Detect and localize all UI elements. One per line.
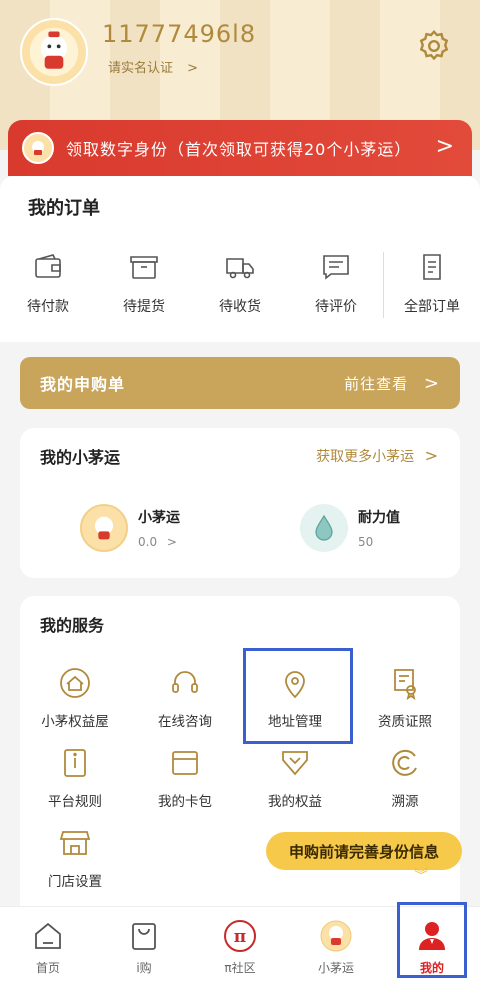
info-book-icon <box>64 749 86 777</box>
stat-value: 50 <box>358 535 374 549</box>
tab-home[interactable]: 首页 <box>0 907 96 984</box>
service-label: 小茅权益屋 <box>41 714 109 730</box>
heart-badge-icon <box>282 751 308 776</box>
gear-icon[interactable] <box>416 28 452 64</box>
order-all[interactable]: 全部订单 <box>384 252 480 316</box>
chevron-right-icon: > <box>423 372 440 394</box>
service-card-wallet[interactable]: 我的卡包 <box>130 746 240 810</box>
certificate-icon <box>394 669 416 700</box>
order-label: 待付款 <box>27 299 69 315</box>
mascot-icon <box>29 27 79 77</box>
droplet-icon <box>300 504 348 552</box>
order-pending-receipt[interactable]: 待收货 <box>192 252 288 316</box>
order-pending-pickup[interactable]: 待提货 <box>96 252 192 316</box>
box-icon <box>130 256 158 279</box>
identity-tip[interactable]: 申购前请完善身份信息 <box>266 832 462 870</box>
document-icon <box>423 254 441 280</box>
tab-shop[interactable]: i购 <box>96 907 192 984</box>
double-chevron-down-icon: ︾ <box>414 868 428 884</box>
service-label: 溯源 <box>391 794 419 810</box>
verify-label: 请实名认证 <box>108 61 174 76</box>
highlight-box <box>243 648 353 744</box>
more-maoyun-link[interactable]: 获取更多小茅运 > <box>316 446 438 466</box>
stat-name: 小茅运 <box>138 510 180 526</box>
orders-section: 我的订单 待付款 待提货 待收货 待评价 全部订单 <box>0 176 480 342</box>
my-applications-bar[interactable]: 我的申购单 前往查看 > <box>20 357 460 409</box>
house-icon <box>60 668 90 698</box>
card-icon <box>172 751 198 775</box>
service-online-consult[interactable]: 在线咨询 <box>130 666 240 730</box>
stat-name: 耐力值 <box>358 510 400 526</box>
service-trace[interactable]: 溯源 <box>350 746 460 810</box>
service-my-benefits[interactable]: 我的权益 <box>240 746 350 810</box>
mascot-badge-icon <box>22 132 54 164</box>
maoyun-title: 我的小茅运 <box>40 448 121 467</box>
order-label: 待提货 <box>123 299 165 315</box>
service-equity-house[interactable]: 小茅权益屋 <box>20 666 130 730</box>
mascot-icon <box>80 504 128 552</box>
store-icon <box>59 831 91 855</box>
user-id: 11777496l8 <box>102 20 257 48</box>
services-title: 我的服务 <box>40 616 105 635</box>
more-maoyun-label: 获取更多小茅运 <box>316 449 415 465</box>
service-store-settings[interactable]: 门店设置 <box>20 826 130 890</box>
wallet-icon <box>35 254 61 278</box>
apply-go-label: 前往查看 <box>344 374 409 393</box>
service-label: 我的卡包 <box>158 794 212 810</box>
digital-identity-banner[interactable]: 领取数字身份（首次领取可获得20个小茅运） > <box>8 120 472 176</box>
pi-icon: π <box>224 920 256 952</box>
chevron-right-icon: > <box>187 61 199 76</box>
verify-link[interactable]: 请实名认证 > <box>108 57 198 76</box>
service-label: 在线咨询 <box>158 714 212 730</box>
order-pending-payment[interactable]: 待付款 <box>0 252 96 316</box>
stat-value: 0.0 > <box>138 535 177 549</box>
order-label: 待收货 <box>219 299 261 315</box>
tab-maoyun[interactable]: 小茅运 <box>288 907 384 984</box>
chevron-right-icon: > <box>435 134 454 159</box>
tab-label: 小茅运 <box>317 961 354 975</box>
truck-icon <box>226 258 254 279</box>
apply-go: 前往查看 > <box>344 373 440 394</box>
highlight-box <box>397 902 467 978</box>
chevron-right-icon: > <box>424 446 438 465</box>
headset-icon <box>172 671 198 693</box>
service-certificates[interactable]: 资质证照 <box>350 666 460 730</box>
apply-title: 我的申购单 <box>40 375 126 394</box>
banner-text: 领取数字身份（首次领取可获得20个小茅运） <box>66 140 412 159</box>
service-label: 我的权益 <box>268 794 322 810</box>
order-pending-review[interactable]: 待评价 <box>288 252 384 316</box>
orders-title: 我的订单 <box>28 198 100 219</box>
maoyun-card: 我的小茅运 获取更多小茅运 > 小茅运 0.0 > 耐力值 50 <box>20 428 460 578</box>
service-label: 平台规则 <box>48 794 102 810</box>
comment-icon <box>323 255 349 280</box>
home-icon <box>35 922 61 949</box>
tab-label: i购 <box>136 961 152 975</box>
bag-icon <box>132 923 156 950</box>
maoyun-stat[interactable]: 小茅运 0.0 > <box>80 504 180 552</box>
divider <box>383 252 384 318</box>
order-label: 全部订单 <box>404 299 460 315</box>
tab-community[interactable]: π π社区 <box>192 907 288 984</box>
order-label: 待评价 <box>315 299 357 315</box>
service-platform-rules[interactable]: 平台规则 <box>20 746 130 810</box>
svg-text:π: π <box>234 927 246 947</box>
service-label: 资质证照 <box>378 714 432 730</box>
mascot-icon <box>320 920 352 952</box>
tab-label: π社区 <box>224 961 256 975</box>
tab-label: 首页 <box>35 961 60 975</box>
user-avatar[interactable] <box>20 18 88 86</box>
trace-icon <box>392 749 417 776</box>
services-card: 我的服务 小茅权益屋 在线咨询 地址管理 资质证照 平台规则 我的卡包 我的权益… <box>20 596 460 926</box>
service-label: 门店设置 <box>48 874 102 890</box>
stamina-stat[interactable]: 耐力值 50 <box>300 504 400 552</box>
